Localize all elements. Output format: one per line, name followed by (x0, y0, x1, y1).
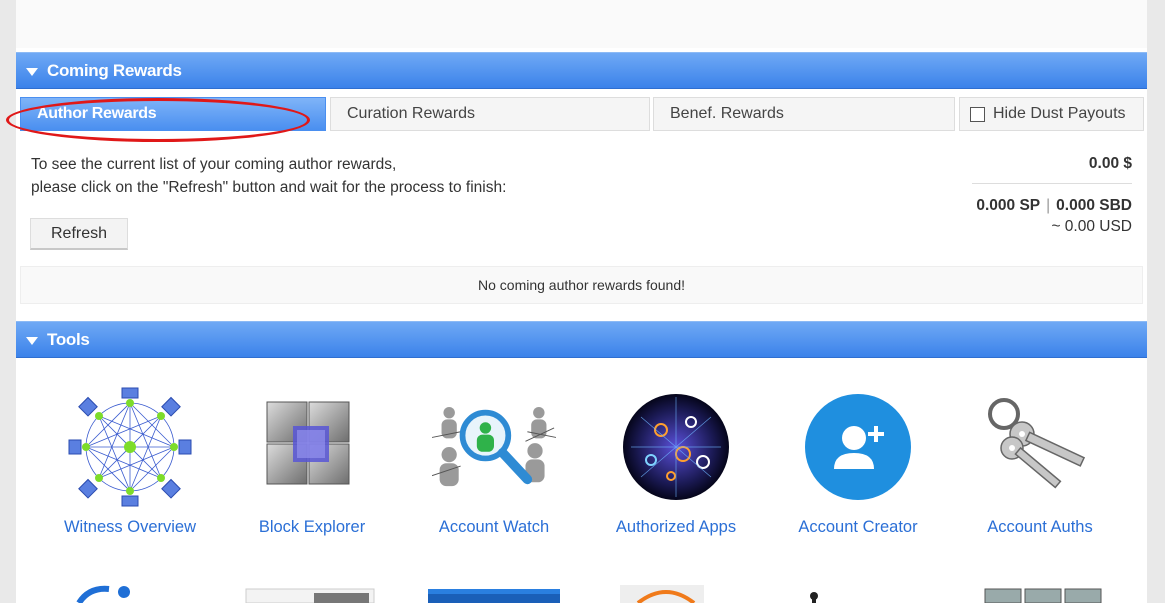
add-user-icon (796, 386, 920, 508)
tool-account-watch[interactable]: Account Watch (403, 386, 585, 537)
cube-icon (250, 386, 374, 508)
top-card (16, 0, 1147, 48)
magnifier-people-icon (432, 386, 556, 508)
total-approx-usd: ~ 0.00 USD (1051, 218, 1132, 235)
total-sbd: 0.000 SBD (1056, 197, 1132, 214)
tool-partial-icon[interactable] (244, 583, 378, 603)
network-icon (68, 386, 192, 508)
instructions-line: please click on the "Refresh" button and… (31, 179, 507, 196)
tool-label[interactable]: Witness Overview (39, 518, 221, 537)
total-row: 0.000 SP | 0.000 SBD (972, 196, 1132, 216)
keys-icon (978, 386, 1102, 508)
tool-label[interactable]: Block Explorer (221, 518, 403, 537)
tab-label: Curation Rewards (347, 105, 476, 122)
tool-label[interactable]: Account Creator (767, 518, 949, 537)
section-title: Coming Rewards (47, 60, 182, 80)
total-usd: 0.00 $ (972, 153, 1132, 184)
hide-dust-toggle[interactable]: Hide Dust Payouts (959, 97, 1144, 131)
hide-dust-checkbox[interactable] (970, 106, 985, 122)
tab-benef-rewards[interactable]: Benef. Rewards (653, 97, 955, 131)
tool-partial-icon[interactable] (74, 583, 134, 603)
tool-partial-icon[interactable] (618, 583, 708, 603)
tool-label[interactable]: Account Auths (949, 518, 1131, 537)
globe-icon (614, 386, 738, 508)
tool-witness-overview[interactable]: Witness Overview (39, 386, 221, 537)
tool-account-auths[interactable]: Account Auths (949, 386, 1131, 537)
tool-block-explorer[interactable]: Block Explorer (221, 386, 403, 537)
section-title: Tools (47, 329, 90, 349)
tool-partial-icon[interactable] (427, 583, 561, 603)
refresh-button[interactable]: Refresh (30, 218, 128, 250)
hide-dust-label: Hide Dust Payouts (993, 105, 1126, 122)
rewards-totals: 0.00 $ 0.000 SP | 0.000 SBD ~ 0.00 USD (972, 153, 1132, 238)
tool-authorized-apps[interactable]: Authorized Apps (585, 386, 767, 537)
empty-state: No coming author rewards found! (20, 266, 1143, 304)
tools-header[interactable]: Tools (16, 321, 1147, 358)
page: Coming Rewards Author Rewards Curation R… (6, 0, 1147, 603)
total-sp: 0.000 SP (976, 197, 1041, 214)
instructions-line: To see the current list of your coming a… (31, 156, 397, 173)
collapse-triangle-icon (26, 67, 38, 76)
tab-author-rewards[interactable]: Author Rewards (20, 97, 326, 131)
instructions-text: To see the current list of your coming a… (31, 153, 506, 199)
collapse-triangle-icon (26, 336, 38, 345)
tab-curation-rewards[interactable]: Curation Rewards (330, 97, 650, 131)
empty-message: No coming author rewards found! (478, 277, 685, 293)
tab-label: Benef. Rewards (670, 105, 784, 122)
tool-label[interactable]: Account Watch (403, 518, 585, 537)
coming-rewards-header[interactable]: Coming Rewards (16, 52, 1147, 89)
tab-label: Author Rewards (37, 105, 157, 122)
tool-label[interactable]: Authorized Apps (585, 518, 767, 537)
rewards-tabs: Author Rewards Curation Rewards Benef. R… (16, 96, 1147, 134)
separator: | (1046, 197, 1051, 214)
tool-partial-icon[interactable] (984, 583, 1102, 603)
tool-partial-icon[interactable] (806, 583, 826, 603)
tool-account-creator[interactable]: Account Creator (767, 386, 949, 537)
